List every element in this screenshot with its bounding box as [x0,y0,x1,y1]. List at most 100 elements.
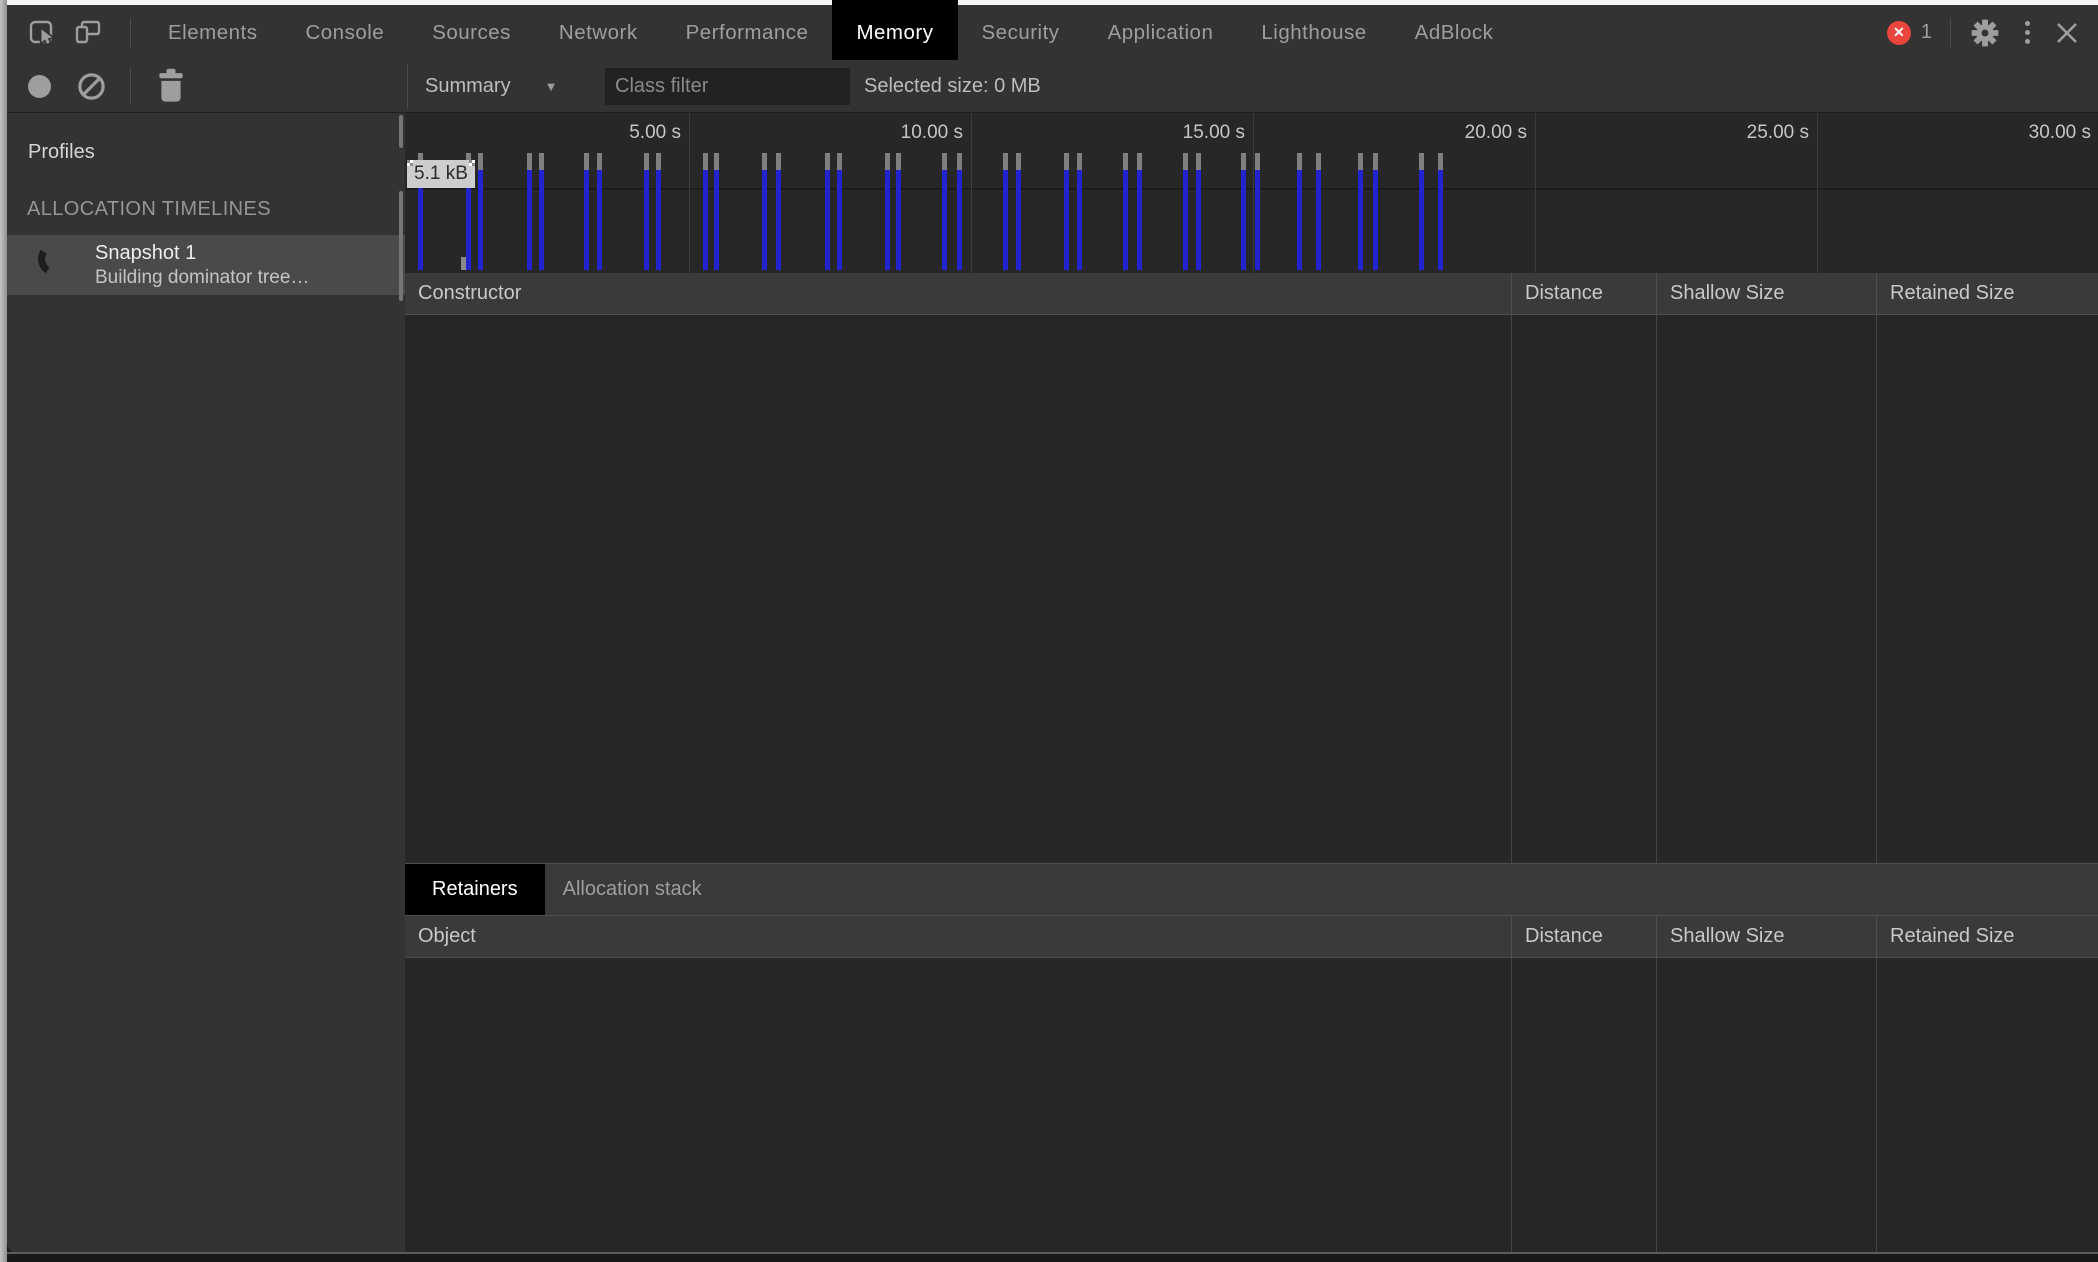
tab-allocation-stack[interactable]: Allocation stack [545,864,720,915]
record-button[interactable] [28,75,51,98]
allocation-bar [703,153,708,270]
tab-retainers[interactable]: Retainers [405,864,545,915]
allocation-bar [1241,153,1246,270]
allocation-bar [762,153,767,270]
allocation-bar [644,153,649,270]
tab-security[interactable]: Security [958,5,1084,60]
inspect-element-button[interactable] [21,12,61,52]
column-separator [1511,958,1512,1253]
settings-gear-icon[interactable] [1969,17,2001,49]
allocation-bar [714,153,719,270]
retainers-grid-header: Object Distance Shallow Size Retained Size [405,915,2098,958]
allocation-bar [1077,153,1082,270]
column-header-retained-size[interactable]: Retained Size [1876,916,2098,957]
memory-panel-main: 5.00 s 10.00 s 15.00 s 20.00 s 25.00 s 30.00 … [405,113,2098,1253]
more-options-icon[interactable] [2025,21,2030,44]
timeline-gridline [971,113,972,273]
tab-lighthouse[interactable]: Lighthouse [1237,5,1390,60]
allocation-bar [1183,153,1188,270]
class-filter-input[interactable] [605,68,850,105]
max-size-text: 5.1 kB [414,163,468,184]
selection-handle-icon [468,160,475,166]
panel-tabs: Elements Console Sources Network Performance… [144,0,1518,60]
memory-toolbar: Summary ▼ Selected size: 0 MB [7,60,2098,113]
close-icon[interactable] [2054,20,2080,46]
column-header-object[interactable]: Object [405,916,1511,957]
retainers-grid-body[interactable] [405,958,2098,1253]
timeline-tick-label: 25.00 s [1746,122,1809,143]
allocation-bar [776,153,781,270]
block-icon [77,72,106,101]
allocation-bar [957,153,962,270]
toolbar-separator [130,68,131,104]
error-count: 1 [1920,21,1932,43]
timeline-gridline [1817,113,1818,273]
selected-size-label: Selected size: 0 MB [864,74,1041,97]
allocation-bar [1419,153,1424,270]
sidebar-scrollbar-thumb[interactable] [399,191,403,301]
error-badge-icon[interactable]: ✕ [1886,20,1911,45]
tabbar-separator [130,18,131,48]
tab-memory[interactable]: Memory [832,0,958,60]
timeline-tick-label: 20.00 s [1464,122,1527,143]
inspect-cursor-icon [28,19,55,46]
tab-network[interactable]: Network [535,5,662,60]
tab-sources[interactable]: Sources [408,5,535,60]
allocation-bar [597,153,602,270]
column-header-retained-size[interactable]: Retained Size [1876,273,2098,314]
column-header-constructor[interactable]: Constructor [405,273,1511,314]
selection-handle-icon [407,160,413,166]
allocation-bar [885,153,890,270]
delete-profile-button[interactable] [156,68,186,104]
perspective-select[interactable]: Summary ▼ [425,60,557,112]
allocation-bar [539,153,544,270]
column-separator [1656,315,1657,863]
tab-elements[interactable]: Elements [144,5,281,60]
allocation-bar [1358,153,1363,270]
allocation-bar [837,153,842,270]
allocation-bar [1064,153,1069,270]
perspective-select-label: Summary [425,74,511,97]
devtools-tabbar: Elements Console Sources Network Performance… [7,0,2098,60]
allocation-bar [1255,153,1260,270]
timeline-tick-label: 10.00 s [900,122,963,143]
snapshot-list-item[interactable]: Snapshot 1 Building dominator tree… [7,235,405,295]
tab-adblock[interactable]: AdBlock [1391,5,1518,60]
profiles-sidebar: Profiles ALLOCATION TIMELINES Snapshot 1… [7,113,406,1253]
snapshot-status: Building dominator tree… [95,267,310,288]
column-separator [1876,315,1877,863]
allocation-bar [1016,153,1021,270]
window-bottom-strip [7,1254,2098,1262]
clear-button[interactable] [73,68,109,104]
allocation-bar [1438,153,1443,270]
allocation-bar [478,153,483,270]
tab-performance[interactable]: Performance [662,5,833,60]
tabbar-right-controls: ✕ 1 [1886,5,2080,60]
column-header-distance[interactable]: Distance [1511,273,1656,314]
allocation-bar [1373,153,1378,270]
timeline-tick-label: 5.00 s [629,122,681,143]
allocation-bar [656,153,661,270]
tab-application[interactable]: Application [1084,5,1238,60]
device-toolbar-icon [73,18,103,46]
device-toolbar-button[interactable] [68,12,108,52]
loading-spinner-icon [34,238,76,280]
timeline-gridline [689,113,690,273]
timeline-gridline [1535,113,1536,273]
allocation-timelines-heading: ALLOCATION TIMELINES [27,198,271,220]
sidebar-scrollbar-segment[interactable] [399,115,403,148]
allocation-bar [1316,153,1321,270]
allocation-timeline-overview[interactable]: 5.00 s 10.00 s 15.00 s 20.00 s 25.00 s 30.00 … [405,113,2098,273]
tab-console[interactable]: Console [281,5,408,60]
column-header-shallow-size[interactable]: Shallow Size [1656,273,1876,314]
toolbar-separator-2 [407,64,408,108]
allocation-bar [825,153,830,270]
chevron-down-icon: ▼ [544,78,558,94]
allocation-bar [1003,153,1008,270]
allocation-bar [527,153,532,270]
tabbar-right-separator [1950,18,1951,47]
heap-grid-body[interactable] [405,315,2098,863]
devtools-window: Elements Console Sources Network Performance… [0,0,2098,1262]
column-header-shallow-size[interactable]: Shallow Size [1656,916,1876,957]
column-header-distance[interactable]: Distance [1511,916,1656,957]
